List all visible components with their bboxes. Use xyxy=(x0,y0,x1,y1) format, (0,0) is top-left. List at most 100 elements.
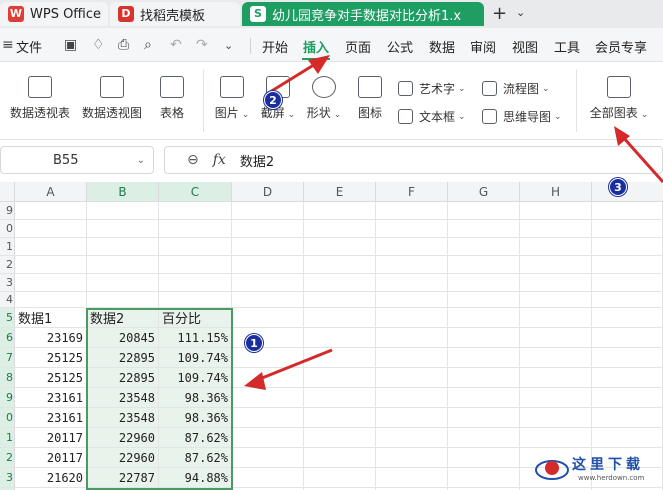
corner-select-all[interactable] xyxy=(0,182,15,202)
grid-cell[interactable] xyxy=(592,202,663,220)
grid-cell[interactable] xyxy=(304,292,376,308)
name-box[interactable]: B55 ⌄ xyxy=(0,146,154,174)
icon-button[interactable]: 图标 xyxy=(352,76,388,121)
grid-cell[interactable] xyxy=(520,388,592,408)
grid-cell[interactable] xyxy=(15,292,87,308)
grid-cell[interactable] xyxy=(448,448,520,468)
grid-cell[interactable] xyxy=(232,220,304,238)
grid-cell[interactable] xyxy=(232,388,304,408)
grid-cell[interactable] xyxy=(448,428,520,448)
grid-cell[interactable] xyxy=(448,328,520,348)
grid-cell[interactable] xyxy=(232,274,304,292)
column-header-i[interactable] xyxy=(592,182,663,202)
table-button[interactable]: 表格 xyxy=(154,76,190,121)
grid-cell[interactable] xyxy=(592,348,663,368)
grid-cell[interactable] xyxy=(376,328,448,348)
grid-cell[interactable] xyxy=(232,238,304,256)
textbox-button[interactable]: 文本框 ⌄ xyxy=(398,108,466,125)
grid-cell[interactable] xyxy=(376,348,448,368)
grid-cell[interactable] xyxy=(159,220,232,238)
flowchart-button[interactable]: 流程图 ⌄ xyxy=(482,80,550,97)
grid-cell[interactable] xyxy=(159,292,232,308)
column-header-a[interactable]: A xyxy=(15,182,87,202)
grid-cell[interactable] xyxy=(592,428,663,448)
grid-cell[interactable] xyxy=(304,238,376,256)
spreadsheet-grid[interactable]: A B C D E F G H 9 0 1 2 3 4 5 数据1 数据2 百分比 6 23169 20… xyxy=(0,182,663,490)
menu-insert[interactable]: 插入 xyxy=(303,37,329,56)
print-icon[interactable]: ⎙ xyxy=(118,37,129,53)
grid-cell[interactable] xyxy=(520,348,592,368)
grid-cell[interactable] xyxy=(232,348,304,368)
grid-cell[interactable] xyxy=(448,274,520,292)
menu-member[interactable]: 会员专享 xyxy=(595,37,647,56)
shape-button[interactable]: 形状 ⌄ xyxy=(304,76,344,121)
row-header[interactable]: 3 xyxy=(0,468,15,488)
grid-cell[interactable] xyxy=(232,468,304,488)
data-cell[interactable]: 94.88% xyxy=(159,468,232,488)
grid-cell[interactable] xyxy=(376,368,448,388)
grid-cell[interactable] xyxy=(376,238,448,256)
grid-cell[interactable] xyxy=(304,428,376,448)
grid-cell[interactable] xyxy=(520,292,592,308)
chevron-down-icon[interactable]: ⌄ xyxy=(137,155,145,166)
grid-cell[interactable] xyxy=(304,328,376,348)
grid-cell[interactable] xyxy=(232,328,304,348)
grid-cell[interactable] xyxy=(376,388,448,408)
chevron-down-icon[interactable]: ⌄ xyxy=(516,6,525,19)
data-cell[interactable]: 23548 xyxy=(87,388,159,408)
row-header[interactable]: 5 xyxy=(0,308,15,328)
grid-cell[interactable] xyxy=(448,308,520,328)
pivot-chart-button[interactable]: 数据透视图 xyxy=(80,76,144,121)
grid-cell[interactable] xyxy=(376,256,448,274)
grid-cell[interactable] xyxy=(304,308,376,328)
menu-tools[interactable]: 工具 xyxy=(554,37,580,56)
grid-cell[interactable] xyxy=(159,202,232,220)
grid-cell[interactable] xyxy=(592,256,663,274)
grid-cell[interactable] xyxy=(520,408,592,428)
pivot-table-button[interactable]: 数据透视表 xyxy=(8,76,72,121)
grid-cell[interactable] xyxy=(87,256,159,274)
data-cell[interactable]: 22787 xyxy=(87,468,159,488)
column-header-d[interactable]: D xyxy=(232,182,304,202)
column-header-g[interactable]: G xyxy=(448,182,520,202)
grid-cell[interactable] xyxy=(448,468,520,488)
grid-cell[interactable] xyxy=(15,256,87,274)
quick-access-more-icon[interactable]: ⌄ xyxy=(224,39,233,52)
grid-cell[interactable] xyxy=(592,292,663,308)
save-icon[interactable]: ▣ xyxy=(64,37,77,53)
grid-cell[interactable] xyxy=(448,256,520,274)
grid-cell[interactable] xyxy=(304,468,376,488)
data-cell[interactable]: 23548 xyxy=(87,408,159,428)
data-cell[interactable]: 25125 xyxy=(15,368,87,388)
grid-cell[interactable] xyxy=(232,202,304,220)
grid-cell[interactable] xyxy=(304,256,376,274)
grid-cell[interactable] xyxy=(304,274,376,292)
grid-cell[interactable] xyxy=(448,388,520,408)
grid-cell[interactable] xyxy=(304,448,376,468)
grid-cell[interactable] xyxy=(376,274,448,292)
grid-cell[interactable] xyxy=(520,308,592,328)
mindmap-button[interactable]: 思维导图 ⌄ xyxy=(482,108,562,125)
data-cell[interactable]: 22960 xyxy=(87,428,159,448)
grid-cell[interactable] xyxy=(304,348,376,368)
grid-cell[interactable] xyxy=(304,388,376,408)
undo-icon[interactable]: ↶ xyxy=(170,37,182,53)
grid-cell[interactable] xyxy=(520,328,592,348)
row-header[interactable]: 7 xyxy=(0,348,15,368)
grid-cell[interactable] xyxy=(448,408,520,428)
row-header[interactable]: 1 xyxy=(0,238,15,256)
row-header[interactable]: 0 xyxy=(0,408,15,428)
grid-cell[interactable] xyxy=(376,408,448,428)
row-header[interactable]: 9 xyxy=(0,388,15,408)
picture-button[interactable]: 图片 ⌄ xyxy=(212,76,252,121)
grid-cell[interactable] xyxy=(304,220,376,238)
column-header-c[interactable]: C xyxy=(159,182,232,202)
data-cell[interactable]: 87.62% xyxy=(159,428,232,448)
data-cell[interactable]: 22895 xyxy=(87,348,159,368)
grid-cell[interactable] xyxy=(520,220,592,238)
menu-view[interactable]: 视图 xyxy=(512,37,538,56)
tab-template[interactable]: D 找稻壳模板 xyxy=(110,2,240,26)
data-cell[interactable]: 22960 xyxy=(87,448,159,468)
grid-cell[interactable] xyxy=(376,468,448,488)
grid-cell[interactable] xyxy=(592,274,663,292)
